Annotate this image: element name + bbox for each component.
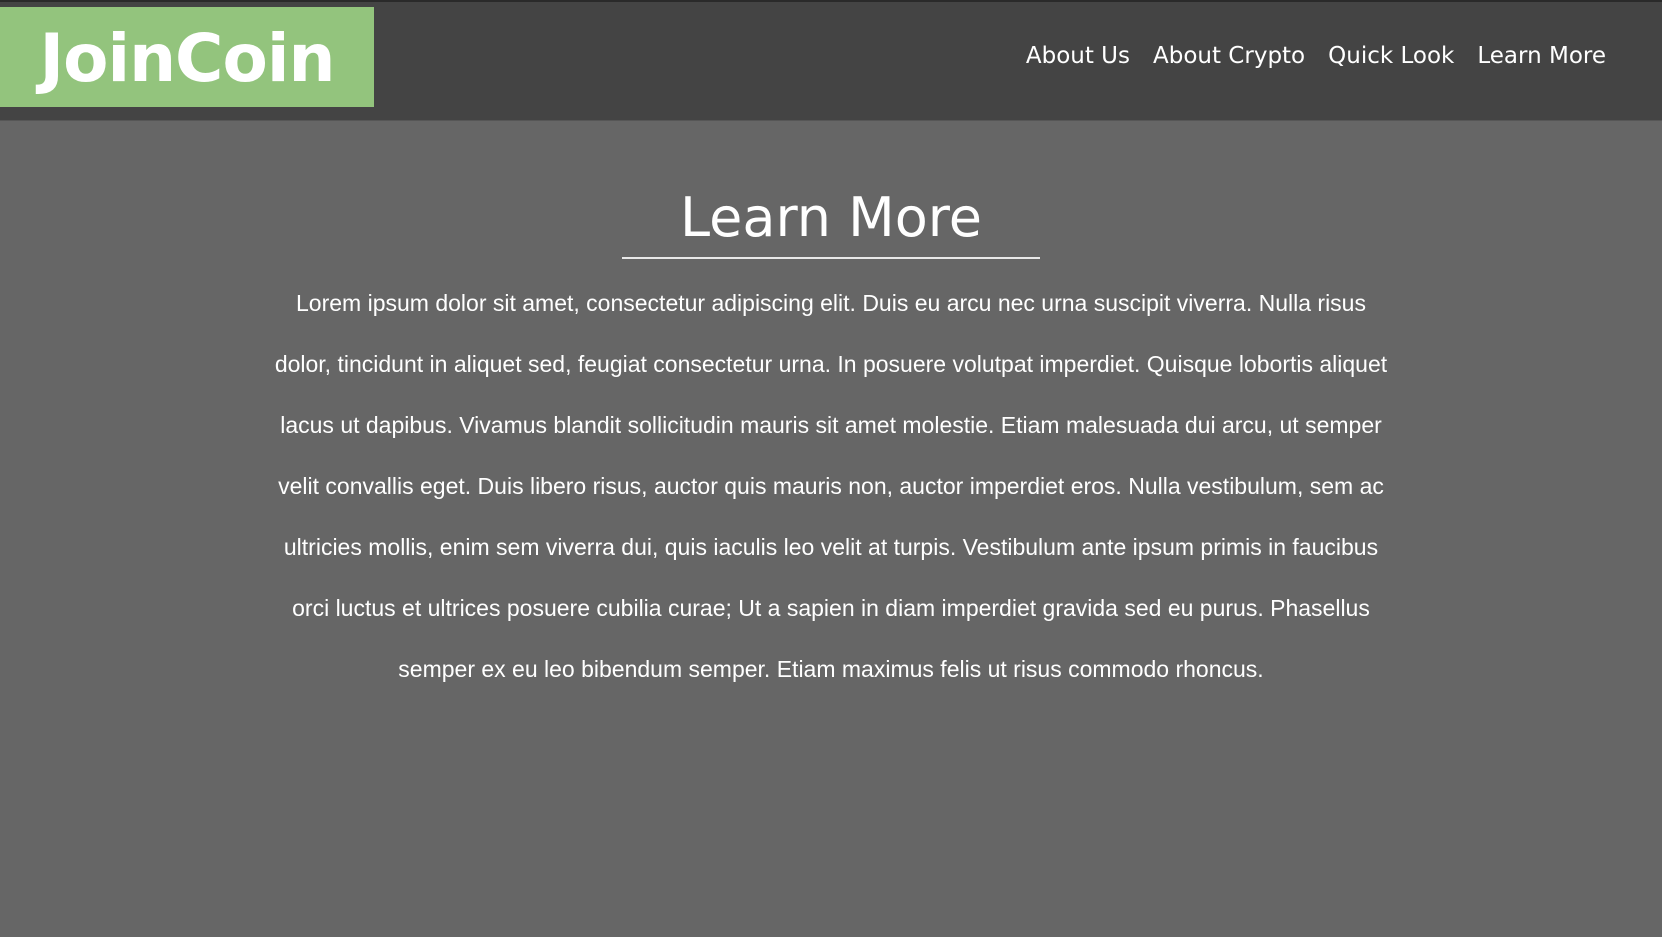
section-heading: Learn More [622,185,1040,259]
logo[interactable]: JoinCoin [0,7,374,107]
site-header: JoinCoin About Us About Crypto Quick Loo… [0,0,1662,121]
logo-text: JoinCoin [39,20,336,97]
body-paragraph: Lorem ipsum dolor sit amet, consectetur … [274,290,1388,682]
nav-link-about-us[interactable]: About Us [1026,43,1130,69]
title-underline [622,257,1040,259]
main-nav: About Us About Crypto Quick Look Learn M… [1026,43,1606,69]
top-border [0,0,1662,2]
main-content: Learn More Lorem ipsum dolor sit amet, c… [0,121,1662,937]
nav-link-about-crypto[interactable]: About Crypto [1153,43,1305,69]
nav-link-learn-more[interactable]: Learn More [1477,43,1606,69]
page-title: Learn More [680,186,982,249]
nav-link-quick-look[interactable]: Quick Look [1328,43,1454,69]
